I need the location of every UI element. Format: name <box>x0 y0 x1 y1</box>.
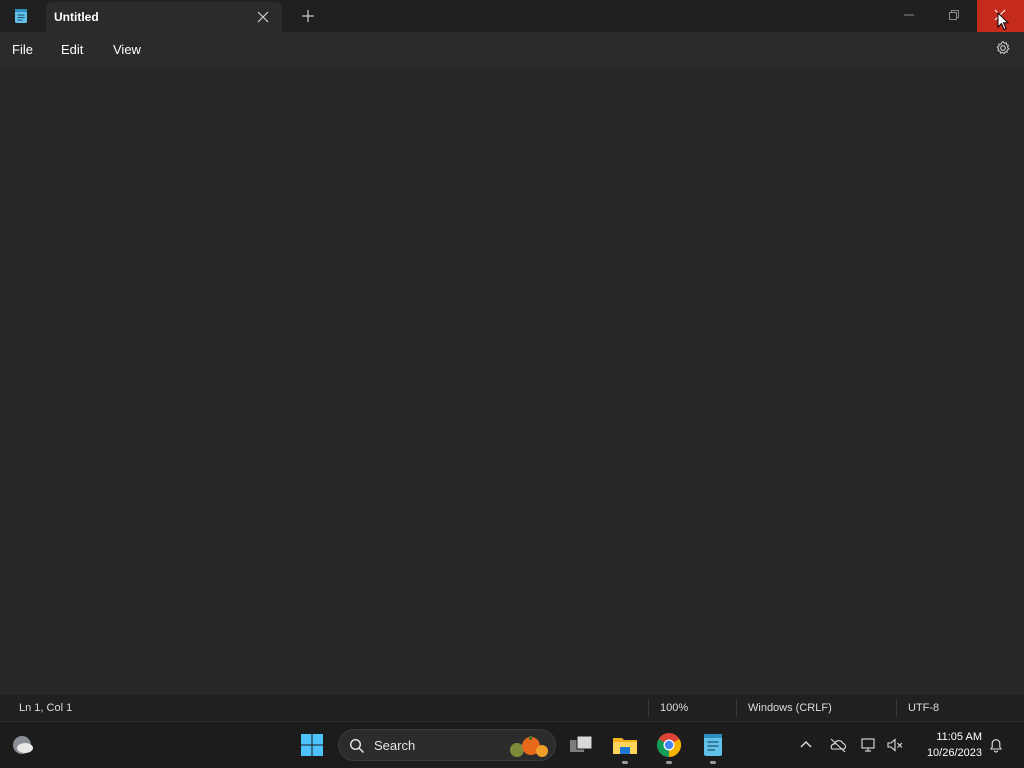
taskbar-search-box[interactable]: Search <box>338 729 556 761</box>
volume-muted-icon[interactable] <box>886 736 904 754</box>
bell-icon[interactable] <box>987 736 1005 754</box>
running-indicator <box>666 761 672 764</box>
mouse-cursor-icon <box>997 12 1009 31</box>
gear-icon[interactable] <box>995 40 1011 56</box>
encoding[interactable]: UTF-8 <box>908 702 939 714</box>
text-editor-area[interactable] <box>0 66 1024 693</box>
file-explorer-icon[interactable] <box>611 731 639 759</box>
tab-close-icon[interactable] <box>256 10 270 24</box>
weather-icon[interactable] <box>11 734 35 756</box>
status-separator <box>648 699 649 717</box>
windows-start-icon[interactable] <box>300 733 324 757</box>
clock-time: 11:05 AM <box>936 731 982 743</box>
minimize-icon <box>904 14 914 16</box>
clock-date: 10/26/2023 <box>926 747 982 759</box>
search-highlight-icon <box>510 736 548 757</box>
zoom-level[interactable]: 100% <box>660 702 688 714</box>
minimize-button[interactable] <box>886 0 932 32</box>
task-view-icon[interactable] <box>567 731 595 759</box>
chevron-up-icon[interactable] <box>797 736 815 754</box>
title-bar: Untitled <box>0 0 1024 32</box>
cursor-position: Ln 1, Col 1 <box>19 702 73 714</box>
tab-title: Untitled <box>54 10 99 24</box>
status-separator <box>736 699 737 717</box>
running-indicator <box>622 761 628 764</box>
chrome-icon[interactable] <box>655 731 683 759</box>
taskbar-clock[interactable]: 11:05 AM 10/26/2023 <box>910 729 982 761</box>
menu-edit[interactable]: Edit <box>61 42 83 57</box>
maximize-button[interactable] <box>931 0 977 32</box>
tab-untitled[interactable]: Untitled <box>46 2 282 32</box>
running-indicator <box>710 761 716 764</box>
search-icon <box>349 738 365 754</box>
status-separator <box>896 699 897 717</box>
notepad-window: Untitled File Edit View Ln 1, Col 1 100%… <box>0 0 1024 721</box>
taskbar: Search 11:05 AM 10/26/2023 <box>0 721 1024 768</box>
line-ending[interactable]: Windows (CRLF) <box>748 702 832 714</box>
notepad-icon <box>15 9 27 23</box>
network-icon[interactable] <box>860 736 878 754</box>
new-tab-plus-icon[interactable] <box>301 9 315 23</box>
onedrive-icon[interactable] <box>829 736 847 754</box>
menu-bar: File Edit View <box>0 32 1024 66</box>
search-label: Search <box>374 738 416 753</box>
menu-view[interactable]: View <box>113 42 141 57</box>
status-bar: Ln 1, Col 1 100% Windows (CRLF) UTF-8 <box>0 693 1024 721</box>
menu-file[interactable]: File <box>12 42 33 57</box>
notepad-icon[interactable] <box>699 731 727 759</box>
restore-icon <box>949 10 959 20</box>
